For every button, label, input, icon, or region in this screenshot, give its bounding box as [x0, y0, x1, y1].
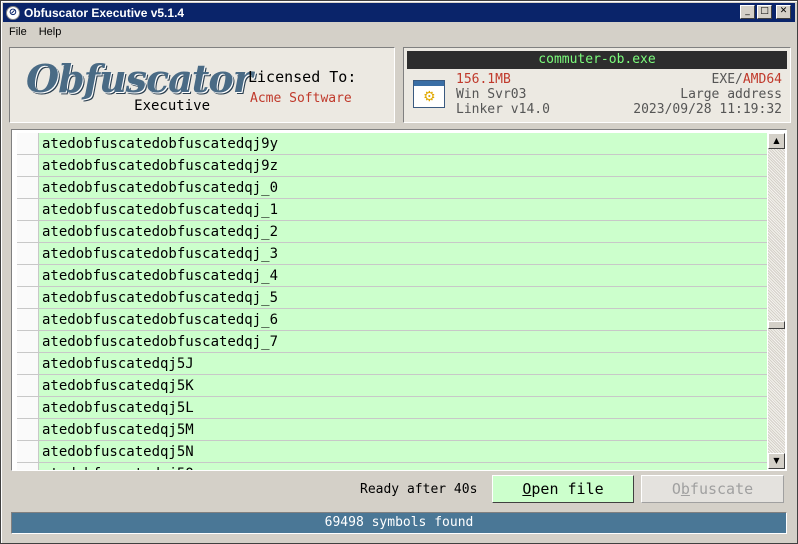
linker-version: Linker v14.0 — [456, 102, 550, 117]
list-item[interactable]: atedobfuscatedqj5L — [17, 397, 767, 419]
license-panel: Obfuscator Executive Licensed To: Acme S… — [9, 47, 395, 123]
window-title: Obfuscator Executive v5.1.4 — [24, 5, 185, 20]
licensed-to-label: Licensed To: — [248, 68, 357, 86]
symbol-name: atedobfuscatedqj5N — [39, 441, 767, 462]
list-item[interactable]: atedobfuscatedobfuscatedqj_5 — [17, 287, 767, 309]
close-button[interactable]: ✕ — [776, 5, 791, 19]
status-footer: 69498 symbols found — [11, 512, 787, 534]
symbol-name: atedobfuscatedqj5J — [39, 353, 767, 374]
symbol-name: atedobfuscatedobfuscatedqj9y — [39, 133, 767, 154]
symbol-name: atedobfuscatedqj5K — [39, 375, 767, 396]
symbol-name: atedobfuscatedobfuscatedqj_4 — [39, 265, 767, 286]
window-controls: _ □ ✕ — [740, 5, 791, 19]
symbol-name: atedobfuscatedobfuscatedqj_5 — [39, 287, 767, 308]
file-name: commuter-ob.exe — [407, 51, 787, 69]
file-info-panel: commuter-ob.exe ⚙ 156.1MB Win Svr03 Link… — [403, 47, 791, 123]
open-file-button[interactable]: Open file — [492, 475, 634, 503]
app-window: ⊘ Obfuscator Executive v5.1.4 _ □ ✕ File… — [0, 0, 798, 544]
menu-file[interactable]: File — [3, 26, 33, 38]
file-size: 156.1MB — [456, 72, 511, 87]
address-mode: Large address — [680, 87, 782, 102]
obfuscate-button[interactable]: Obfuscate — [641, 475, 784, 503]
maximize-button[interactable]: □ — [757, 5, 772, 19]
symbol-name: atedobfuscatedobfuscatedqj_1 — [39, 199, 767, 220]
licensed-to-value: Acme Software — [250, 91, 352, 106]
symbol-name: atedobfuscatedobfuscatedqj_7 — [39, 331, 767, 352]
file-timestamp: 2023/09/28 11:19:32 — [633, 102, 782, 117]
title-bar[interactable]: ⊘ Obfuscator Executive v5.1.4 _ □ ✕ — [3, 3, 795, 22]
symbol-name: atedobfuscatedobfuscatedqj_6 — [39, 309, 767, 330]
list-item[interactable]: atedobfuscatedqj5K — [17, 375, 767, 397]
list-item[interactable]: atedobfuscatedqj5N — [17, 441, 767, 463]
logo: Obfuscator Executive — [18, 54, 253, 118]
symbol-name: atedobfuscatedobfuscatedqj_2 — [39, 221, 767, 242]
list-item[interactable]: atedobfuscatedobfuscatedqj_2 — [17, 221, 767, 243]
symbol-rows: atedobfuscatedobfuscatedqj9y atedobfusca… — [17, 133, 767, 470]
file-type: EXE/AMD64 — [712, 72, 782, 87]
menu-help[interactable]: Help — [33, 26, 68, 38]
symbol-name: atedobfuscatedobfuscatedqj_0 — [39, 177, 767, 198]
symbol-name: atedobfuscatedobfuscatedqj9z — [39, 155, 767, 176]
list-item[interactable]: atedobfuscatedobfuscatedqj_1 — [17, 199, 767, 221]
list-item[interactable]: atedobfuscatedqj5J — [17, 353, 767, 375]
symbol-name: atedobfuscatedqj5L — [39, 397, 767, 418]
symbol-name: atedobfuscatedqj5O — [39, 463, 767, 470]
app-icon[interactable]: ⊘ — [6, 5, 20, 20]
executable-gear-icon: ⚙ — [413, 80, 445, 108]
file-arch: AMD64 — [742, 72, 782, 87]
logo-edition: Executive — [134, 98, 210, 114]
symbol-name: atedobfuscatedobfuscatedqj_3 — [39, 243, 767, 264]
vertical-scrollbar[interactable]: ▲ ▼ — [768, 133, 785, 469]
logo-name: Obfuscator — [26, 56, 253, 101]
list-item[interactable]: atedobfuscatedqj5M — [17, 419, 767, 441]
list-item[interactable]: atedobfuscatedobfuscatedqj9y — [17, 133, 767, 155]
file-type-prefix: EXE/ — [711, 72, 743, 87]
scroll-down-icon[interactable]: ▼ — [768, 453, 785, 469]
menu-bar: File Help — [3, 23, 67, 41]
scroll-thumb[interactable] — [768, 321, 785, 329]
list-item[interactable]: atedobfuscatedqj5O — [17, 463, 767, 470]
obfuscate-prefix: O — [671, 480, 681, 498]
list-item[interactable]: atedobfuscatedobfuscatedqj9z — [17, 155, 767, 177]
list-item[interactable]: atedobfuscatedobfuscatedqj_3 — [17, 243, 767, 265]
open-label: pen file — [531, 480, 604, 498]
list-item[interactable]: atedobfuscatedobfuscatedqj_4 — [17, 265, 767, 287]
obfuscate-hotkey: b — [680, 480, 690, 498]
list-item[interactable]: atedobfuscatedobfuscatedqj_0 — [17, 177, 767, 199]
list-item[interactable]: atedobfuscatedobfuscatedqj_7 — [17, 331, 767, 353]
symbol-name: atedobfuscatedqj5M — [39, 419, 767, 440]
minimize-button[interactable]: _ — [740, 5, 755, 19]
list-item[interactable]: atedobfuscatedobfuscatedqj_6 — [17, 309, 767, 331]
symbol-list[interactable]: atedobfuscatedobfuscatedqj9y atedobfusca… — [11, 129, 787, 471]
target-os: Win Svr03 — [456, 87, 527, 102]
obfuscate-label: fuscate — [689, 480, 754, 498]
status-text: Ready after 40s — [360, 482, 478, 497]
scroll-up-icon[interactable]: ▲ — [768, 133, 785, 149]
